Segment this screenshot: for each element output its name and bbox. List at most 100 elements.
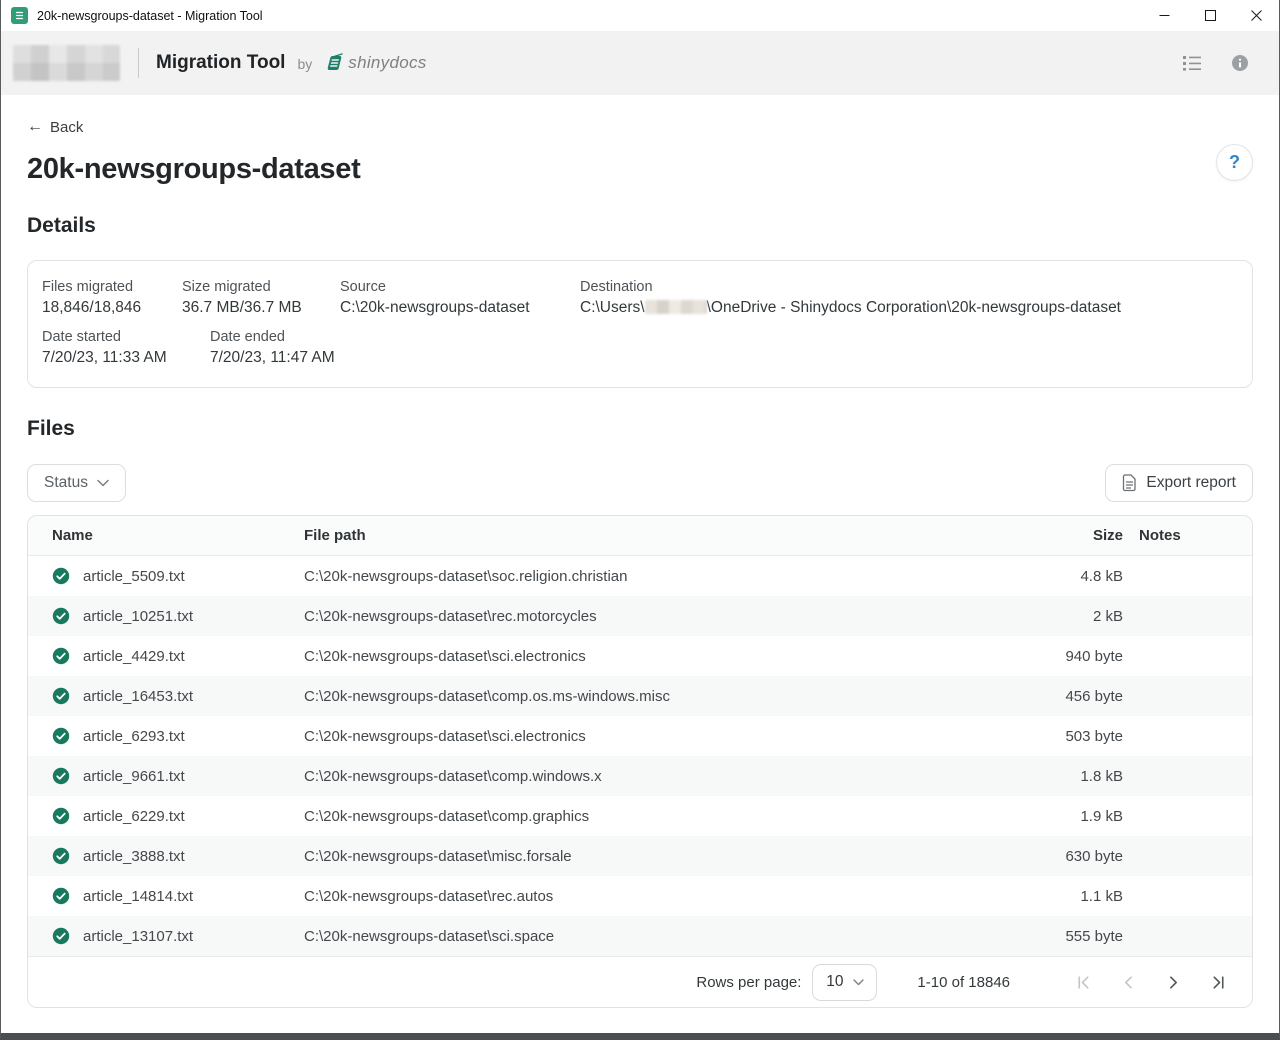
- success-check-icon: [52, 927, 70, 945]
- file-size: 456 byte: [1003, 688, 1123, 705]
- first-page-icon: [1075, 974, 1092, 991]
- previous-page-button[interactable]: [1116, 970, 1140, 994]
- last-page-icon: [1210, 974, 1227, 991]
- success-check-icon: [52, 727, 70, 745]
- success-check-icon: [52, 767, 70, 785]
- chevron-down-icon: [97, 479, 109, 487]
- file-name: article_5509.txt: [83, 568, 185, 585]
- document-icon: [1122, 474, 1137, 492]
- file-size: 1.8 kB: [1003, 768, 1123, 785]
- app-window: 20k-newsgroups-dataset - Migration Tool …: [0, 0, 1280, 1040]
- file-name-cell: article_14814.txt: [28, 887, 304, 905]
- file-size: 1.1 kB: [1003, 888, 1123, 905]
- main-content: ← Back 20k-newsgroups-dataset ? Details …: [1, 95, 1279, 1033]
- pagination-bar: Rows per page: 10 1-10 of 18846: [28, 956, 1252, 1007]
- success-check-icon: [52, 887, 70, 905]
- details-heading: Details: [27, 214, 1253, 238]
- table-row: article_3888.txt C:\20k-newsgroups-datas…: [28, 836, 1252, 876]
- file-name-cell: article_9661.txt: [28, 767, 304, 785]
- success-check-icon: [52, 687, 70, 705]
- success-check-icon: [52, 567, 70, 585]
- file-size: 2 kB: [1003, 608, 1123, 625]
- question-mark-icon: ?: [1229, 152, 1240, 173]
- file-name-cell: article_13107.txt: [28, 927, 304, 945]
- file-size: 503 byte: [1003, 728, 1123, 745]
- last-page-button[interactable]: [1206, 970, 1230, 994]
- table-row: article_4429.txt C:\20k-newsgroups-datas…: [28, 636, 1252, 676]
- rows-per-page-value: 10: [826, 973, 843, 991]
- file-path: C:\20k-newsgroups-dataset\rec.autos: [304, 888, 1003, 905]
- brand-name: shinydocs: [348, 53, 426, 73]
- table-row: article_9661.txt C:\20k-newsgroups-datas…: [28, 756, 1252, 796]
- status-filter-dropdown[interactable]: Status: [27, 464, 126, 502]
- table-row: article_5509.txt C:\20k-newsgroups-datas…: [28, 556, 1252, 596]
- file-name-cell: article_10251.txt: [28, 607, 304, 625]
- files-table: Name File path Size Notes article_5509.t…: [27, 515, 1253, 1008]
- next-page-button[interactable]: [1161, 970, 1185, 994]
- field-files-migrated: Files migrated 18,846/18,846: [42, 279, 182, 317]
- redacted-username: [645, 300, 707, 314]
- file-size: 630 byte: [1003, 848, 1123, 865]
- success-check-icon: [52, 607, 70, 625]
- table-header-row: Name File path Size Notes: [28, 516, 1252, 556]
- shinydocs-logo-icon: [322, 51, 346, 75]
- table-row: article_10251.txt C:\20k-newsgroups-data…: [28, 596, 1252, 636]
- file-path: C:\20k-newsgroups-dataset\comp.graphics: [304, 808, 1003, 825]
- header-divider: [138, 48, 139, 78]
- file-name: article_16453.txt: [83, 688, 193, 705]
- file-size: 4.8 kB: [1003, 568, 1123, 585]
- column-header-size: Size: [1003, 527, 1123, 544]
- table-row: article_14814.txt C:\20k-newsgroups-data…: [28, 876, 1252, 916]
- success-check-icon: [52, 647, 70, 665]
- back-link[interactable]: ← Back: [27, 119, 83, 136]
- back-label: Back: [50, 119, 83, 136]
- window-title: 20k-newsgroups-dataset - Migration Tool: [37, 9, 263, 23]
- maximize-button[interactable]: [1187, 0, 1233, 31]
- file-size: 940 byte: [1003, 648, 1123, 665]
- file-name: article_3888.txt: [83, 848, 185, 865]
- app-title: Migration Tool: [156, 52, 285, 74]
- close-button[interactable]: [1233, 0, 1279, 31]
- rows-per-page-label: Rows per page:: [696, 974, 801, 991]
- previous-page-icon: [1120, 974, 1137, 991]
- file-name-cell: article_16453.txt: [28, 687, 304, 705]
- app-logo-icon: [11, 7, 28, 24]
- table-row: article_13107.txt C:\20k-newsgroups-data…: [28, 916, 1252, 956]
- first-page-button[interactable]: [1071, 970, 1095, 994]
- page-title: 20k-newsgroups-dataset: [27, 153, 360, 186]
- file-path: C:\20k-newsgroups-dataset\sci.electronic…: [304, 648, 1003, 665]
- back-arrow-icon: ←: [27, 119, 43, 135]
- info-icon[interactable]: [1225, 48, 1255, 78]
- file-name-cell: article_5509.txt: [28, 567, 304, 585]
- file-name-cell: article_3888.txt: [28, 847, 304, 865]
- field-date-started: Date started 7/20/23, 11:33 AM: [42, 329, 210, 367]
- field-destination: Destination C:\Users\\OneDrive - Shinydo…: [580, 279, 1238, 317]
- field-source: Source C:\20k-newsgroups-dataset: [340, 279, 580, 317]
- success-check-icon: [52, 807, 70, 825]
- table-body: article_5509.txt C:\20k-newsgroups-datas…: [28, 556, 1252, 956]
- column-header-path: File path: [304, 527, 1003, 544]
- shinydocs-brand: shinydocs: [322, 51, 426, 75]
- rows-per-page-select[interactable]: 10: [812, 964, 877, 1001]
- details-card: Files migrated 18,846/18,846 Size migrat…: [27, 260, 1253, 388]
- file-name: article_9661.txt: [83, 768, 185, 785]
- column-header-name: Name: [28, 527, 304, 544]
- pagination-range: 1-10 of 18846: [917, 974, 1010, 991]
- file-path: C:\20k-newsgroups-dataset\soc.religion.c…: [304, 568, 1003, 585]
- table-row: article_6229.txt C:\20k-newsgroups-datas…: [28, 796, 1252, 836]
- minimize-button[interactable]: [1141, 0, 1187, 31]
- field-date-ended: Date ended 7/20/23, 11:47 AM: [210, 329, 1238, 367]
- list-view-icon[interactable]: [1177, 48, 1207, 78]
- file-size: 555 byte: [1003, 928, 1123, 945]
- file-path: C:\20k-newsgroups-dataset\misc.forsale: [304, 848, 1003, 865]
- help-button[interactable]: ?: [1216, 144, 1253, 181]
- file-size: 1.9 kB: [1003, 808, 1123, 825]
- by-label: by: [297, 56, 312, 72]
- export-report-button[interactable]: Export report: [1105, 464, 1253, 502]
- window-titlebar: 20k-newsgroups-dataset - Migration Tool: [1, 0, 1279, 31]
- file-name: article_6229.txt: [83, 808, 185, 825]
- export-report-label: Export report: [1146, 474, 1236, 492]
- table-row: article_6293.txt C:\20k-newsgroups-datas…: [28, 716, 1252, 756]
- file-path: C:\20k-newsgroups-dataset\comp.windows.x: [304, 768, 1003, 785]
- file-path: C:\20k-newsgroups-dataset\sci.electronic…: [304, 728, 1003, 745]
